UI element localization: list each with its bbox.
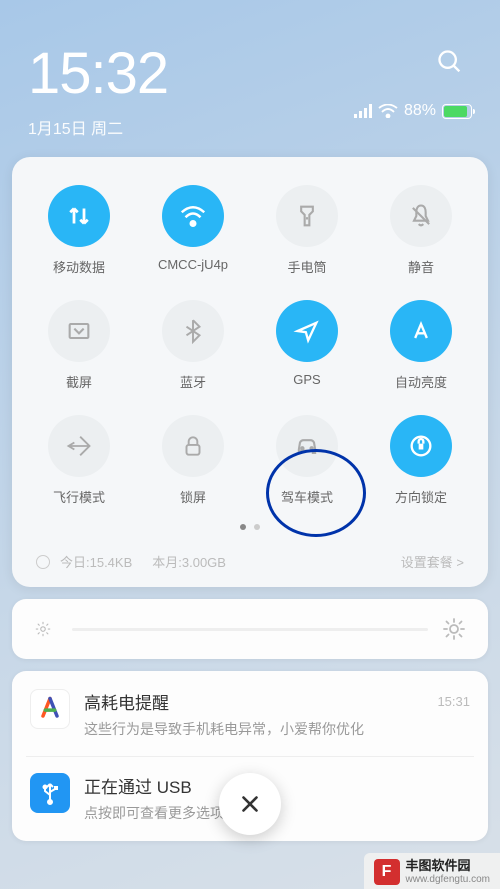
status-icons: 88% bbox=[354, 102, 472, 120]
tile-mute[interactable]: 静音 bbox=[364, 185, 478, 276]
mute-icon bbox=[390, 185, 452, 247]
gear-icon bbox=[36, 555, 50, 569]
tile-bluetooth[interactable]: 蓝牙 bbox=[136, 300, 250, 391]
clear-all-button[interactable] bbox=[219, 773, 281, 835]
signal-icon bbox=[354, 104, 372, 118]
quick-settings-panel: 移动数据 CMCC-jU4p 手电筒 静音 截屏 bbox=[12, 157, 488, 587]
data-usage-row[interactable]: 今日:15.4KB 本月:3.00GB 设置套餐 > bbox=[22, 542, 478, 577]
search-icon[interactable] bbox=[428, 40, 472, 84]
battery-percent: 88% bbox=[404, 102, 436, 120]
tile-wifi[interactable]: CMCC-jU4p bbox=[136, 185, 250, 276]
ai-assistant-icon bbox=[30, 689, 70, 729]
battery-icon bbox=[442, 104, 472, 119]
tile-rotation-lock[interactable]: 方向锁定 bbox=[364, 415, 478, 506]
notification-body: 这些行为是导致手机耗电异常，小爱帮你优化 bbox=[84, 720, 470, 740]
bluetooth-icon bbox=[162, 300, 224, 362]
page-dots[interactable] bbox=[22, 524, 478, 530]
tile-flashlight[interactable]: 手电筒 bbox=[250, 185, 364, 276]
notification-title: 正在通过 USB bbox=[84, 773, 192, 798]
tile-mobile-data[interactable]: 移动数据 bbox=[22, 185, 136, 276]
tile-airplane[interactable]: 飞行模式 bbox=[22, 415, 136, 506]
wifi-icon bbox=[378, 104, 398, 118]
watermark-name: 丰图软件园 bbox=[406, 859, 491, 873]
clock-time: 15:32 bbox=[28, 40, 168, 107]
brightness-low-icon bbox=[34, 620, 52, 638]
clock-date: 1月15日 周二 bbox=[28, 115, 168, 139]
rotation-lock-icon bbox=[390, 415, 452, 477]
auto-brightness-icon bbox=[390, 300, 452, 362]
flashlight-icon bbox=[276, 185, 338, 247]
location-icon bbox=[276, 300, 338, 362]
airplane-icon bbox=[48, 415, 110, 477]
usage-month: 本月:3.00GB bbox=[152, 552, 226, 571]
watermark-logo: F bbox=[374, 859, 400, 885]
tile-lockscreen[interactable]: 锁屏 bbox=[136, 415, 250, 506]
tile-auto-brightness[interactable]: 自动亮度 bbox=[364, 300, 478, 391]
data-icon bbox=[48, 185, 110, 247]
wifi-tile-icon bbox=[162, 185, 224, 247]
status-bar: 15:32 1月15日 周二 88% bbox=[0, 0, 500, 139]
car-icon bbox=[276, 415, 338, 477]
screenshot-icon bbox=[48, 300, 110, 362]
tile-screenshot[interactable]: 截屏 bbox=[22, 300, 136, 391]
close-icon bbox=[237, 791, 263, 817]
tile-gps[interactable]: GPS bbox=[250, 300, 364, 391]
usage-today: 今日:15.4KB bbox=[60, 552, 132, 571]
tiles-grid: 移动数据 CMCC-jU4p 手电筒 静音 截屏 bbox=[22, 185, 478, 506]
tile-drive-mode[interactable]: 驾车模式 bbox=[250, 415, 364, 506]
watermark-url: www.dgfengtu.com bbox=[406, 874, 491, 885]
notification-time: 15:31 bbox=[437, 694, 470, 709]
time-block: 15:32 1月15日 周二 bbox=[28, 40, 168, 139]
brightness-high-icon bbox=[442, 617, 466, 641]
lock-icon bbox=[162, 415, 224, 477]
watermark: F 丰图软件园 www.dgfengtu.com bbox=[364, 853, 500, 889]
usb-icon bbox=[30, 773, 70, 813]
notification-item[interactable]: 高耗电提醒 15:31 这些行为是导致手机耗电异常，小爱帮你优化 bbox=[30, 689, 470, 740]
notification-title: 高耗电提醒 bbox=[84, 689, 169, 714]
brightness-slider[interactable] bbox=[12, 599, 488, 659]
set-plan-link[interactable]: 设置套餐 > bbox=[401, 552, 464, 571]
